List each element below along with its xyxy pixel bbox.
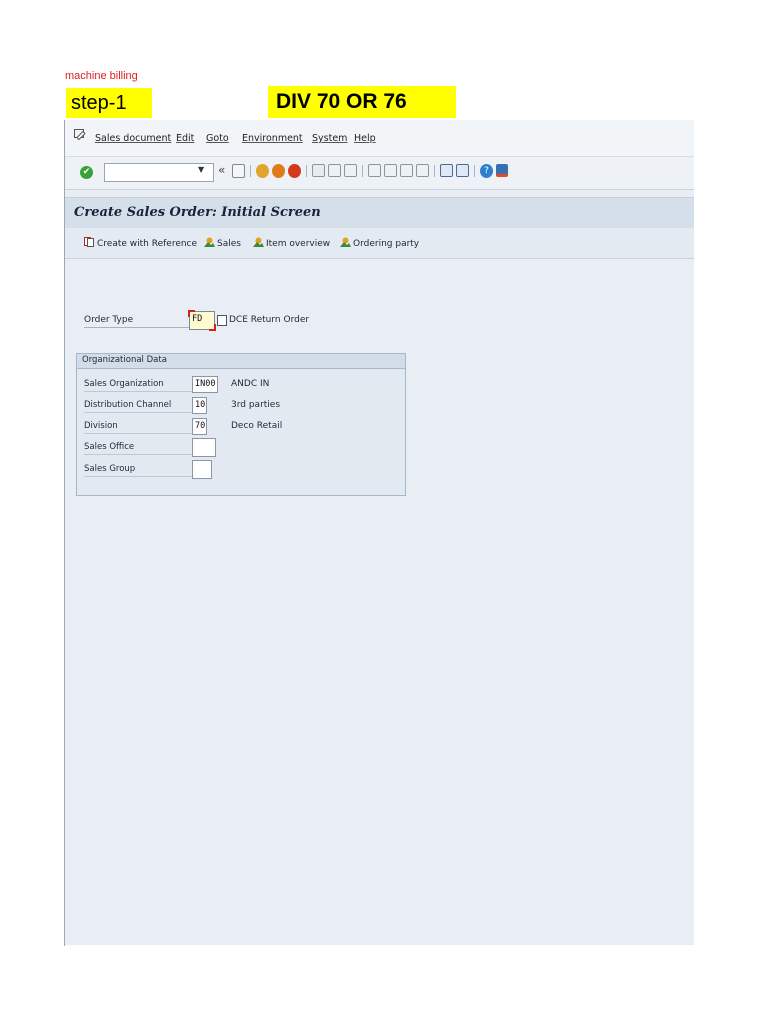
sales-group-label: Sales Group [84,464,192,477]
distribution-channel-label: Distribution Channel [84,400,192,413]
title-bar: Create Sales Order: Initial Screen [64,197,694,229]
item-overview-label: Item overview [266,239,331,249]
create-with-reference-button[interactable]: Create with Reference [84,237,197,249]
save-icon[interactable] [232,164,245,178]
customize-layout-icon[interactable] [496,164,508,177]
order-type-label: Order Type [84,315,189,328]
division-field[interactable]: 70 [192,418,207,435]
mountain-icon [253,237,264,247]
division-note: DIV 70 OR 76 [268,86,456,118]
mountain-icon [204,237,215,247]
distribution-channel-description: 3rd parties [231,400,281,410]
order-type-description: DCE Return Order [229,315,310,325]
menu-edit[interactable]: Edit [176,133,194,144]
back-icon[interactable] [256,164,269,178]
print-icon[interactable] [312,164,325,177]
menu-goto[interactable]: Goto [206,133,229,144]
menu-system[interactable]: System [312,133,347,144]
exit-icon[interactable] [272,164,285,178]
system-toolbar: ✔ ▼ « ? [64,157,694,190]
create-session-icon[interactable] [440,164,453,177]
last-page-icon[interactable] [416,164,429,177]
application-toolbar: Create with Reference Sales Item overvie… [64,228,694,259]
toolbar-separator [434,165,435,177]
machine-billing-note: machine billing [65,70,138,82]
find-icon[interactable] [328,164,341,177]
group-header: Organizational Data [77,354,405,369]
page-title: Create Sales Order: Initial Screen [74,205,321,220]
ordering-party-button[interactable]: Ordering party [340,237,419,249]
organizational-data-group: Organizational Data Sales Organization I… [76,353,406,496]
collapse-icon[interactable]: « [218,163,225,177]
menu-environment[interactable]: Environment [242,133,303,144]
division-description: Deco Retail [231,421,283,431]
copy-document-icon [84,237,95,247]
sales-group-field[interactable] [192,460,212,479]
sap-window: Sales document Edit Goto Environment Sys… [64,120,694,945]
check-icon[interactable]: ✔ [80,166,93,179]
ordering-party-label: Ordering party [353,239,420,249]
menu-help[interactable]: Help [354,133,376,144]
first-page-icon[interactable] [368,164,381,177]
find-next-icon[interactable] [344,164,357,177]
value-help-icon[interactable] [217,315,227,326]
division-label: Division [84,421,192,434]
menu-bar: Sales document Edit Goto Environment Sys… [64,120,694,157]
sales-office-field[interactable] [192,438,216,457]
help-icon[interactable]: ? [480,164,493,178]
shortcut-icon[interactable] [456,164,469,177]
command-dropdown-icon[interactable]: ▼ [198,165,204,174]
item-overview-button[interactable]: Item overview [253,237,330,249]
sales-office-label: Sales Office [84,442,192,455]
sales-organization-label: Sales Organization [84,379,192,392]
previous-page-icon[interactable] [384,164,397,177]
distribution-channel-field[interactable]: 10 [192,397,207,414]
sales-organization-field[interactable]: IN00 [192,376,218,393]
cancel-icon[interactable] [288,164,301,178]
sales-label: Sales [217,239,241,249]
toolbar-separator [306,165,307,177]
create-with-reference-label: Create with Reference [97,239,198,249]
sales-button[interactable]: Sales [204,237,241,249]
next-page-icon[interactable] [400,164,413,177]
window-border [64,120,65,946]
toolbar-separator [250,165,251,177]
toolbar-separator [362,165,363,177]
menu-sales-document[interactable]: Sales document [95,133,171,144]
toolbar-separator [474,165,475,177]
menu-document-icon[interactable] [74,129,86,143]
order-type-field[interactable]: FD [188,310,216,331]
sales-organization-description: ANDC IN [231,379,270,389]
step-label: step-1 [66,88,152,118]
group-title: Organizational Data [82,355,167,365]
mountain-icon [340,237,351,247]
